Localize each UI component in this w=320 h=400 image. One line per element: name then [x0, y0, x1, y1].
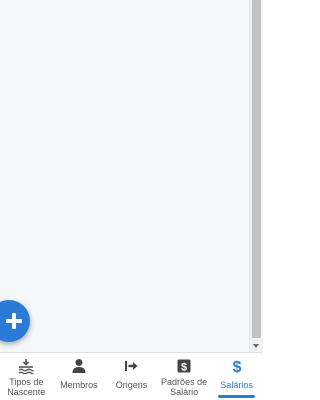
nav-label-membros: Membros: [60, 380, 98, 390]
nav-item-membros[interactable]: Membros: [53, 353, 106, 400]
nav-label-origens: Origens: [115, 380, 148, 390]
bottom-navigation: Tipos de Nascente Membros Origens $ Padr…: [0, 352, 263, 400]
scrollbar-thumb[interactable]: [252, 0, 261, 338]
vertical-scrollbar[interactable]: [250, 0, 263, 352]
nav-item-tipos-de-nascente[interactable]: Tipos de Nascente: [0, 353, 53, 400]
water-source-icon: [17, 358, 35, 374]
nav-label-padroes-de-salario: Padrões de Salário: [161, 377, 208, 397]
scroll-down-arrow-icon[interactable]: [253, 344, 259, 348]
svg-text:$: $: [232, 359, 241, 374]
main-content-area: [0, 0, 250, 352]
nav-item-origens[interactable]: Origens: [105, 353, 158, 400]
nav-label-tipos-de-nascente: Tipos de Nascente: [7, 377, 46, 397]
dollar-icon: $: [229, 358, 245, 374]
origin-arrow-icon: [123, 358, 139, 374]
svg-text:$: $: [181, 361, 187, 373]
nav-item-padroes-de-salario[interactable]: $ Padrões de Salário: [158, 353, 211, 400]
nav-item-salarios[interactable]: $ Salários: [210, 353, 263, 400]
plus-icon: [6, 313, 22, 329]
nav-label-salarios: Salários: [220, 380, 253, 390]
person-icon: [71, 358, 87, 374]
salary-pattern-icon: $: [176, 358, 192, 374]
